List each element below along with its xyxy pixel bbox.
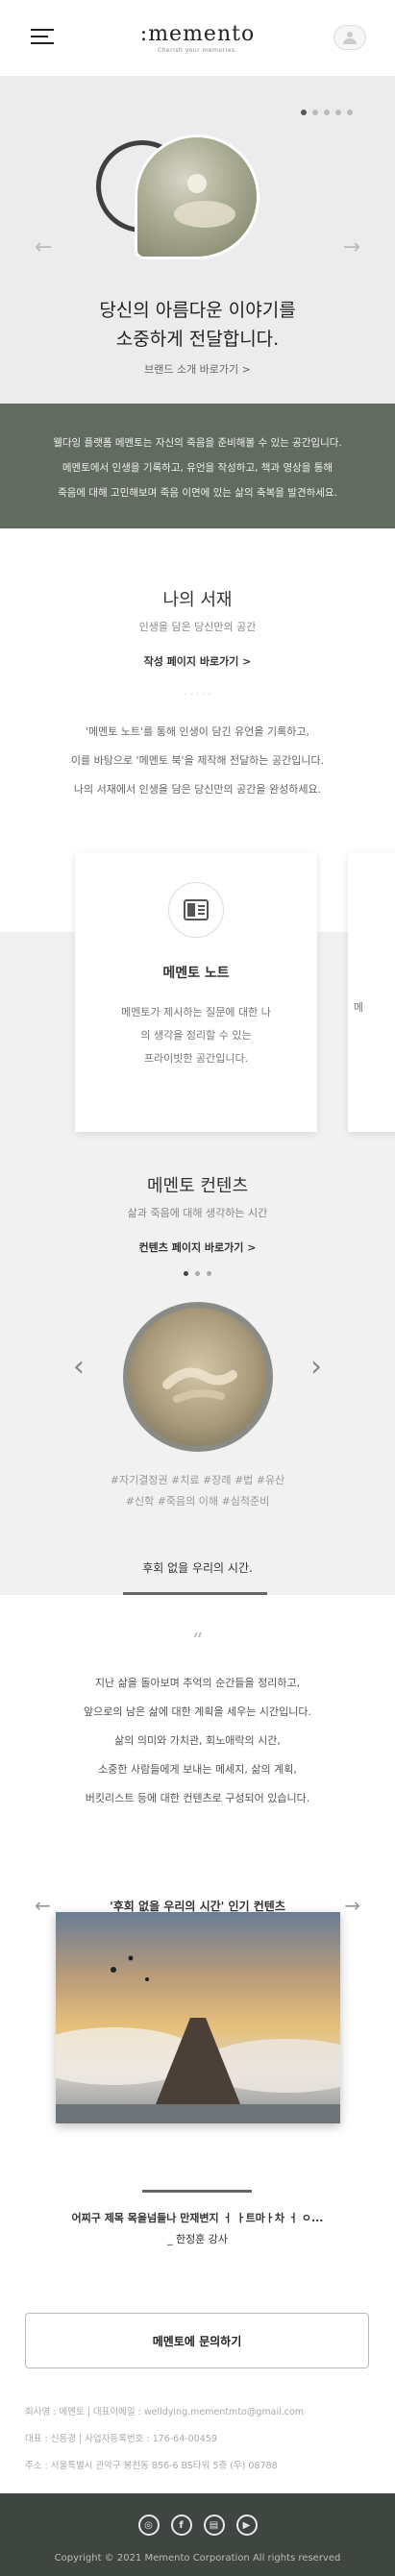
contents-image[interactable] <box>123 1302 273 1452</box>
intro-line: 죽음에 대해 고민해보며 죽음 이면에 있는 삶의 축복을 발견하세요. <box>58 487 337 499</box>
hero-title-line: 당신의 아름다운 이야기를 <box>99 300 296 321</box>
library-subtitle: 인생을 담은 당신만의 공간 <box>138 621 257 633</box>
facebook-icon[interactable]: f <box>170 2515 192 2536</box>
hero-image <box>135 135 259 259</box>
hero-title-line: 소중하게 전달합니다. <box>115 329 280 350</box>
quote-line: 삶의 의미와 가치관, 회노애락의 시간, <box>114 1734 281 1747</box>
card-title: 메멘토 노트 <box>162 966 230 981</box>
caption-lecturer: _ 한정훈 강사 <box>166 2233 229 2245</box>
hero-title: 당신의 아름다운 이야기를 소중하게 전달합니다. <box>0 296 395 354</box>
hero-banner: ← → 당신의 아름다운 이야기를 소중하게 전달합니다. 브랜드 소개 바로가… <box>0 77 395 404</box>
library-section: 나의 서재 인생을 담은 당신만의 공간 작성 페이지 바로가기 > · · ·… <box>0 586 395 804</box>
youtube-icon[interactable]: ▶ <box>235 2515 258 2536</box>
user-icon[interactable] <box>333 25 366 50</box>
contents-title: 메멘토 컨텐츠 <box>146 1176 249 1196</box>
tab-label: 후회 없을 우리의 시간. <box>142 1561 253 1575</box>
slide-dot[interactable] <box>324 110 330 115</box>
logo-text: :memento <box>139 22 256 46</box>
slide-dot[interactable] <box>335 110 341 115</box>
hero-next-arrow-icon[interactable]: → <box>343 235 360 259</box>
quote-body: 지난 삶을 돌아보며 추억의 순간들을 정리하고, 앞으로의 남은 삶에 대한 … <box>0 1669 395 1813</box>
contents-subtitle: 삶과 죽음에 대해 생각하는 시간 <box>127 1207 268 1219</box>
library-body-line: '메멘토 노트'를 통해 인생이 담긴 유언을 기록하고, <box>86 725 309 738</box>
slide-dot[interactable] <box>207 1271 211 1276</box>
caption-title: 어찌구 제목 목을넘들나 만재변지 ㅓ ㅏ트마ㅏ차 ㅓ ㅇ... <box>71 2212 324 2224</box>
slide-dot[interactable] <box>312 110 318 115</box>
logo[interactable]: :memento Cherish your memories. <box>140 22 255 54</box>
quote-section: “ 지난 삶을 돌아보며 추억의 순간들을 정리하고, 앞으로의 남은 삶에 대… <box>0 1595 395 1854</box>
footer: ◎ f ▤ ▶ Copyright © 2021 Memento Corpora… <box>0 2493 395 2576</box>
library-description: '메멘토 노트'를 통해 인생이 담긴 유언을 기록하고, 이를 바탕으로 '메… <box>0 718 395 804</box>
library-body-line: 나의 서재에서 인생을 담은 당신만의 공간을 완성하세요. <box>73 783 322 796</box>
company-info: 회사명 : 메멘토 | 대표이메일 : welldying.mementmto@… <box>25 2399 371 2480</box>
slide-dot[interactable] <box>301 110 307 115</box>
hamburger-menu-icon[interactable] <box>31 29 54 48</box>
quote-line: 앞으로의 남은 삶에 대한 계획을 세우는 시간입니다. <box>84 1705 311 1718</box>
card-text-line: 의 생각을 정리할 수 있는 <box>140 1029 252 1042</box>
copyright: Copyright © 2021 Memento Corporation All… <box>54 2553 341 2564</box>
intro-line: 메멘토에서 인생을 기록하고, 유언을 작성하고, 책과 영상을 통해 <box>62 462 333 474</box>
card-text-line: 메멘토가 제시하는 질문에 대한 나 <box>121 1006 271 1018</box>
brand-intro-link[interactable]: 브랜드 소개 바로가기 > <box>0 361 395 377</box>
contents-slide-indicator[interactable] <box>0 1271 395 1276</box>
slide-dot[interactable] <box>184 1271 188 1276</box>
logo-tagline: Cherish your memories. <box>158 47 237 54</box>
intro-band: 웰다잉 플랫폼 메멘토는 자신의 죽음을 준비해볼 수 있는 공간입니다. 메멘… <box>0 404 395 528</box>
next-card-preview[interactable]: 메 <box>348 853 395 1132</box>
company-info-line: 주소 : 서울특별시 관악구 봉천동 856-6 BS타워 5층 (우) 087… <box>25 2461 278 2471</box>
section-separator: · · · · · <box>184 690 211 700</box>
hero-slide-indicator[interactable] <box>301 110 353 115</box>
popular-indicator <box>142 2190 252 2193</box>
contents-next-arrow-icon[interactable]: › <box>310 1350 322 1384</box>
popular-next-arrow-icon[interactable]: → <box>344 1894 360 1917</box>
header: :memento Cherish your memories. <box>0 0 395 77</box>
hero-prev-arrow-icon[interactable]: ← <box>35 235 52 259</box>
card-description: 메멘토가 제시하는 질문에 대한 나 의 생각을 정리할 수 있는 프라이빗한 … <box>75 1001 317 1070</box>
memento-note-card[interactable]: 메멘토 노트 메멘토가 제시하는 질문에 대한 나 의 생각을 정리할 수 있는… <box>75 853 317 1132</box>
tag-line: #자기결정권 #치료 #장례 #법 #유산 <box>110 1474 285 1486</box>
next-card-text: 메 <box>354 1001 364 1014</box>
contents-prev-arrow-icon[interactable]: ‹ <box>73 1350 85 1384</box>
library-body-line: 이를 바탕으로 '메멘토 북'을 제작해 전달하는 공간입니다. <box>70 754 325 767</box>
popular-caption[interactable]: 어찌구 제목 목을넘들나 만재변지 ㅓ ㅏ트마ㅏ차 ㅓ ㅇ... _ 한정훈 강… <box>0 2208 395 2250</box>
company-info-line: 회사명 : 메멘토 | 대표이메일 : welldying.mementmto@… <box>25 2407 305 2417</box>
time-tab[interactable]: 후회 없을 우리의 시간. <box>0 1542 395 1595</box>
popular-prev-arrow-icon[interactable]: ← <box>35 1894 51 1917</box>
intro-line: 웰다잉 플랫폼 메멘토는 자신의 죽음을 준비해볼 수 있는 공간입니다. <box>53 437 342 449</box>
quote-line: 버킷리스트 등에 대한 컨텐츠로 구성되어 있습니다. <box>85 1792 310 1804</box>
slide-dot[interactable] <box>195 1271 200 1276</box>
social-links: ◎ f ▤ ▶ <box>0 2493 395 2536</box>
slide-dot[interactable] <box>347 110 353 115</box>
company-info-line: 대표 : 신동경 | 사업자등록번호 : 176-64-00459 <box>25 2434 217 2444</box>
instagram-icon[interactable]: ◎ <box>137 2515 160 2536</box>
quote-mark-icon: “ <box>191 1630 204 1654</box>
library-title: 나의 서재 <box>162 590 233 610</box>
contents-tags: #자기결정권 #치료 #장례 #법 #유산 #신학 #죽음의 이해 #심적준비 <box>0 1470 395 1512</box>
write-page-link[interactable]: 작성 페이지 바로가기 > <box>0 653 395 669</box>
inquiry-button[interactable]: 메멘토에 문의하기 <box>25 2313 369 2368</box>
card-text-line: 프라이빗한 공간입니다. <box>143 1052 249 1065</box>
popular-content-image[interactable] <box>56 1912 340 2123</box>
note-icon <box>168 882 224 938</box>
quote-line: 소중한 사람들에게 보내는 메세지, 삶의 계획, <box>98 1763 297 1776</box>
quote-line: 지난 삶을 돌아보며 추억의 순간들을 정리하고, <box>94 1677 301 1689</box>
tag-line: #신학 #죽음의 이해 #심적준비 <box>125 1495 270 1508</box>
contents-page-link[interactable]: 컨텐츠 페이지 바로가기 > <box>0 1239 395 1255</box>
blog-icon[interactable]: ▤ <box>203 2515 225 2536</box>
contents-section: 메멘토 컨텐츠 삶과 죽음에 대해 생각하는 시간 컨텐츠 페이지 바로가기 > <box>0 1172 395 1255</box>
